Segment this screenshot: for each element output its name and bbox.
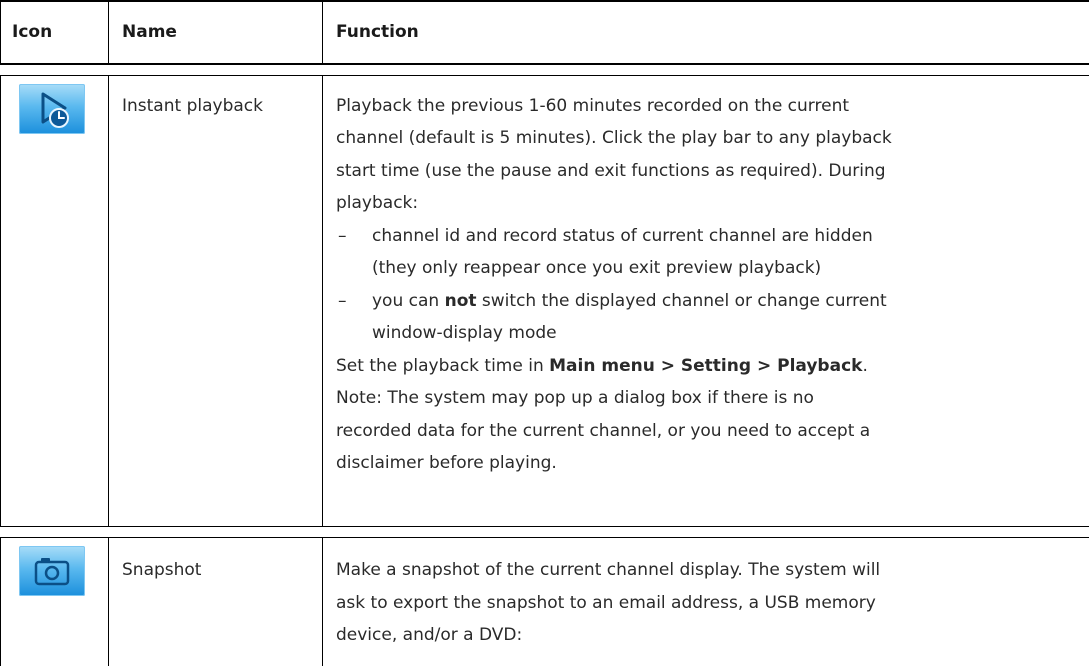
bullet-2-pre: you can <box>372 291 445 311</box>
row2-top-rule <box>0 537 1089 538</box>
bullet-1-line-2: (they only reappear once you exit previe… <box>372 258 822 278</box>
bullet-2-post: switch the displayed channel or change c… <box>476 291 887 311</box>
row1-line-2: channel (default is 5 minutes). Click th… <box>336 128 892 148</box>
setting-post: . <box>862 356 868 376</box>
camera-icon <box>19 546 85 596</box>
header-divider-left <box>0 0 1 65</box>
header-function-label: Function <box>336 22 419 42</box>
note-line-3: disclaimer before playing. <box>336 453 557 473</box>
bullet-1-line-1: channel id and record status of current … <box>372 226 873 246</box>
header-bottom-rule <box>0 63 1089 65</box>
setting-line: Set the playback time in Main menu > Set… <box>336 352 868 380</box>
row1-top-rule <box>0 75 1089 76</box>
row1-bottom-rule <box>0 526 1089 527</box>
bullet-1-dash: – <box>338 226 347 246</box>
bullet-2-line-1: you can not switch the displayed channel… <box>372 287 887 315</box>
row2-line-3: device, and/or a DVD: <box>336 625 523 645</box>
row2-divider-2 <box>322 537 323 666</box>
row1-divider-1 <box>108 75 109 527</box>
row2-line-1: Make a snapshot of the current channel d… <box>336 560 881 580</box>
setting-path: Main menu > Setting > Playback <box>549 356 863 376</box>
header-top-rule <box>0 0 1089 2</box>
bullet-2-dash: – <box>338 291 347 311</box>
bullet-2-bold: not <box>444 291 477 311</box>
row1-divider-2 <box>322 75 323 527</box>
note-line-2: recorded data for the current channel, o… <box>336 421 871 441</box>
row1-name: Instant playback <box>122 96 263 116</box>
row1-line-1: Playback the previous 1-60 minutes recor… <box>336 96 850 116</box>
row1-line-4: playback: <box>336 193 419 213</box>
row2-divider-1 <box>108 537 109 666</box>
header-icon-label: Icon <box>12 22 53 42</box>
header-divider-2 <box>322 0 323 65</box>
row2-left-rule <box>0 537 1 666</box>
row2-name: Snapshot <box>122 560 202 580</box>
row2-line-2: ask to export the snapshot to an email a… <box>336 593 876 613</box>
bullet-2-line-2: window-display mode <box>372 323 557 343</box>
instant-playback-icon <box>19 84 85 134</box>
header-divider-1 <box>108 0 109 65</box>
setting-pre: Set the playback time in <box>336 356 550 376</box>
row1-left-rule <box>0 75 1 527</box>
header-name-label: Name <box>122 22 177 42</box>
note-line-1: Note: The system may pop up a dialog box… <box>336 388 814 408</box>
row1-line-3: start time (use the pause and exit funct… <box>336 161 886 181</box>
